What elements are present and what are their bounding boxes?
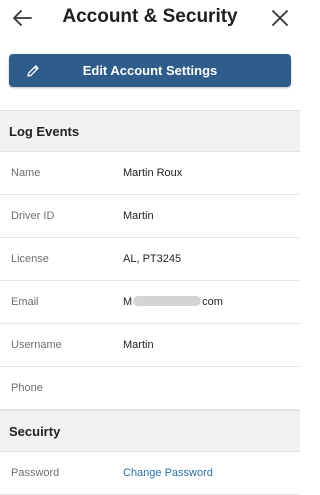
username-value: Martin (123, 339, 154, 351)
arrow-left-icon (13, 10, 32, 26)
page-title: Account & Security (62, 6, 238, 27)
change-password-link[interactable]: Change Password (123, 467, 213, 479)
password-row: Password Change Password (0, 452, 300, 495)
password-label: Password (11, 467, 60, 479)
license-row: License AL, PT3245 (0, 238, 300, 281)
pencil-icon (27, 65, 39, 77)
email-redaction-blur (133, 296, 202, 306)
security-section-header: Secuirty (0, 410, 300, 452)
back-button[interactable] (8, 4, 36, 32)
name-row: Name Martin Roux (0, 152, 300, 195)
name-value: Martin Roux (123, 167, 183, 179)
phone-row: Phone (0, 367, 300, 410)
close-icon (272, 10, 288, 26)
driver-id-row: Driver ID Martin (0, 195, 300, 238)
name-label: Name (11, 167, 41, 179)
edit-button-wrapper: Edit Account Settings (0, 40, 300, 100)
email-prefix: M (123, 296, 133, 308)
email-value: Mcom (123, 296, 223, 308)
header: Account & Security (0, 0, 300, 40)
username-label: Username (11, 339, 62, 351)
username-row: Username Martin (0, 324, 300, 367)
account-security-screen: Account & Security Edit Account Settings… (0, 0, 300, 495)
license-label: License (11, 253, 49, 265)
email-label: Email (11, 296, 39, 308)
driver-id-label: Driver ID (11, 210, 55, 222)
edit-account-settings-label: Edit Account Settings (82, 63, 218, 78)
phone-label: Phone (11, 382, 43, 394)
driver-id-value: Martin (123, 210, 154, 222)
license-value: AL, PT3245 (123, 253, 182, 265)
edit-account-settings-button[interactable]: Edit Account Settings (9, 54, 291, 87)
email-suffix: com (202, 296, 223, 308)
log-events-section-header: Log Events (0, 110, 300, 152)
email-row: Email Mcom (0, 281, 300, 324)
close-button[interactable] (266, 4, 294, 32)
